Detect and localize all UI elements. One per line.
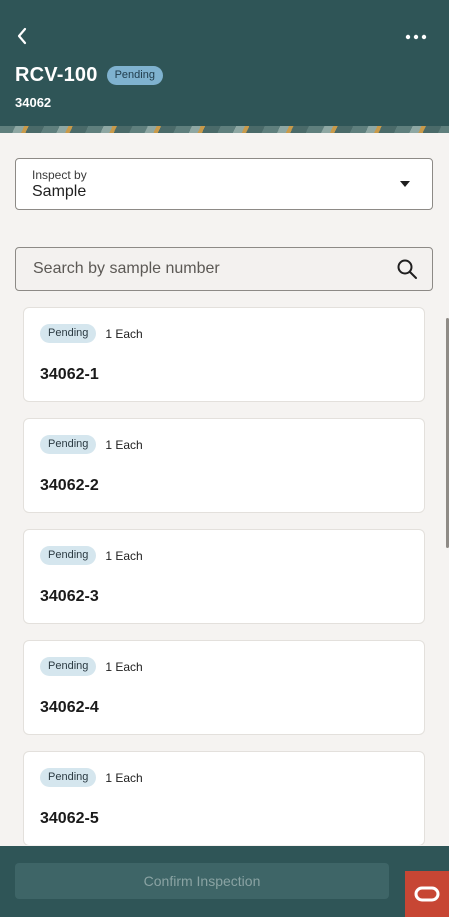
- sample-card[interactable]: Pending 1 Each 34062-5: [23, 751, 425, 845]
- oracle-logo-icon: [405, 871, 449, 917]
- sample-number: 34062-3: [40, 588, 99, 605]
- oracle-ring-icon: [414, 886, 440, 902]
- status-badge: Pending: [40, 657, 97, 676]
- sample-quantity: 1 Each: [105, 437, 143, 452]
- more-icon: [405, 34, 427, 40]
- sample-card[interactable]: Pending 1 Each 34062-1: [23, 307, 425, 402]
- caret-down-icon: [400, 181, 410, 187]
- sample-meta: Pending 1 Each: [40, 435, 143, 454]
- status-badge: Pending: [40, 546, 97, 565]
- sample-quantity: 1 Each: [105, 659, 143, 674]
- sample-card[interactable]: Pending 1 Each 34062-3: [23, 529, 425, 624]
- back-button[interactable]: [10, 24, 34, 48]
- footer-bar: Confirm Inspection: [0, 846, 449, 917]
- sample-number: 34062-1: [40, 366, 99, 383]
- title-row: RCV-100 Pending: [15, 64, 163, 87]
- sample-quantity: 1 Each: [105, 770, 143, 785]
- page-subtitle: 34062: [15, 95, 52, 110]
- chevron-left-icon: [17, 27, 27, 45]
- inspect-by-value: Sample: [32, 183, 87, 200]
- sample-meta: Pending 1 Each: [40, 324, 143, 343]
- search-input[interactable]: [17, 249, 387, 289]
- status-badge: Pending: [40, 435, 97, 454]
- sample-card[interactable]: Pending 1 Each 34062-4: [23, 640, 425, 735]
- sample-number: 34062-5: [40, 810, 99, 827]
- sample-meta: Pending 1 Each: [40, 768, 143, 787]
- status-badge: Pending: [106, 66, 163, 85]
- sample-quantity: 1 Each: [105, 326, 143, 341]
- sample-number: 34062-2: [40, 477, 99, 494]
- confirm-inspection-button[interactable]: Confirm Inspection: [15, 863, 389, 899]
- search-icon[interactable]: [396, 258, 418, 280]
- header-banner-image: [0, 126, 449, 133]
- more-options-button[interactable]: [403, 28, 429, 46]
- search-field: [15, 247, 433, 291]
- inspect-by-label: Inspect by: [32, 168, 87, 182]
- page-title: RCV-100: [15, 64, 98, 86]
- sample-meta: Pending 1 Each: [40, 546, 143, 565]
- status-badge: Pending: [40, 324, 97, 343]
- page-header: RCV-100 Pending 34062: [0, 0, 449, 133]
- sample-card[interactable]: Pending 1 Each 34062-2: [23, 418, 425, 513]
- sample-meta: Pending 1 Each: [40, 657, 143, 676]
- status-badge: Pending: [40, 768, 97, 787]
- sample-list: Pending 1 Each 34062-1 Pending 1 Each 34…: [0, 299, 449, 845]
- sample-number: 34062-4: [40, 699, 99, 716]
- inspect-by-select[interactable]: Inspect by Sample: [15, 158, 433, 210]
- sample-quantity: 1 Each: [105, 548, 143, 563]
